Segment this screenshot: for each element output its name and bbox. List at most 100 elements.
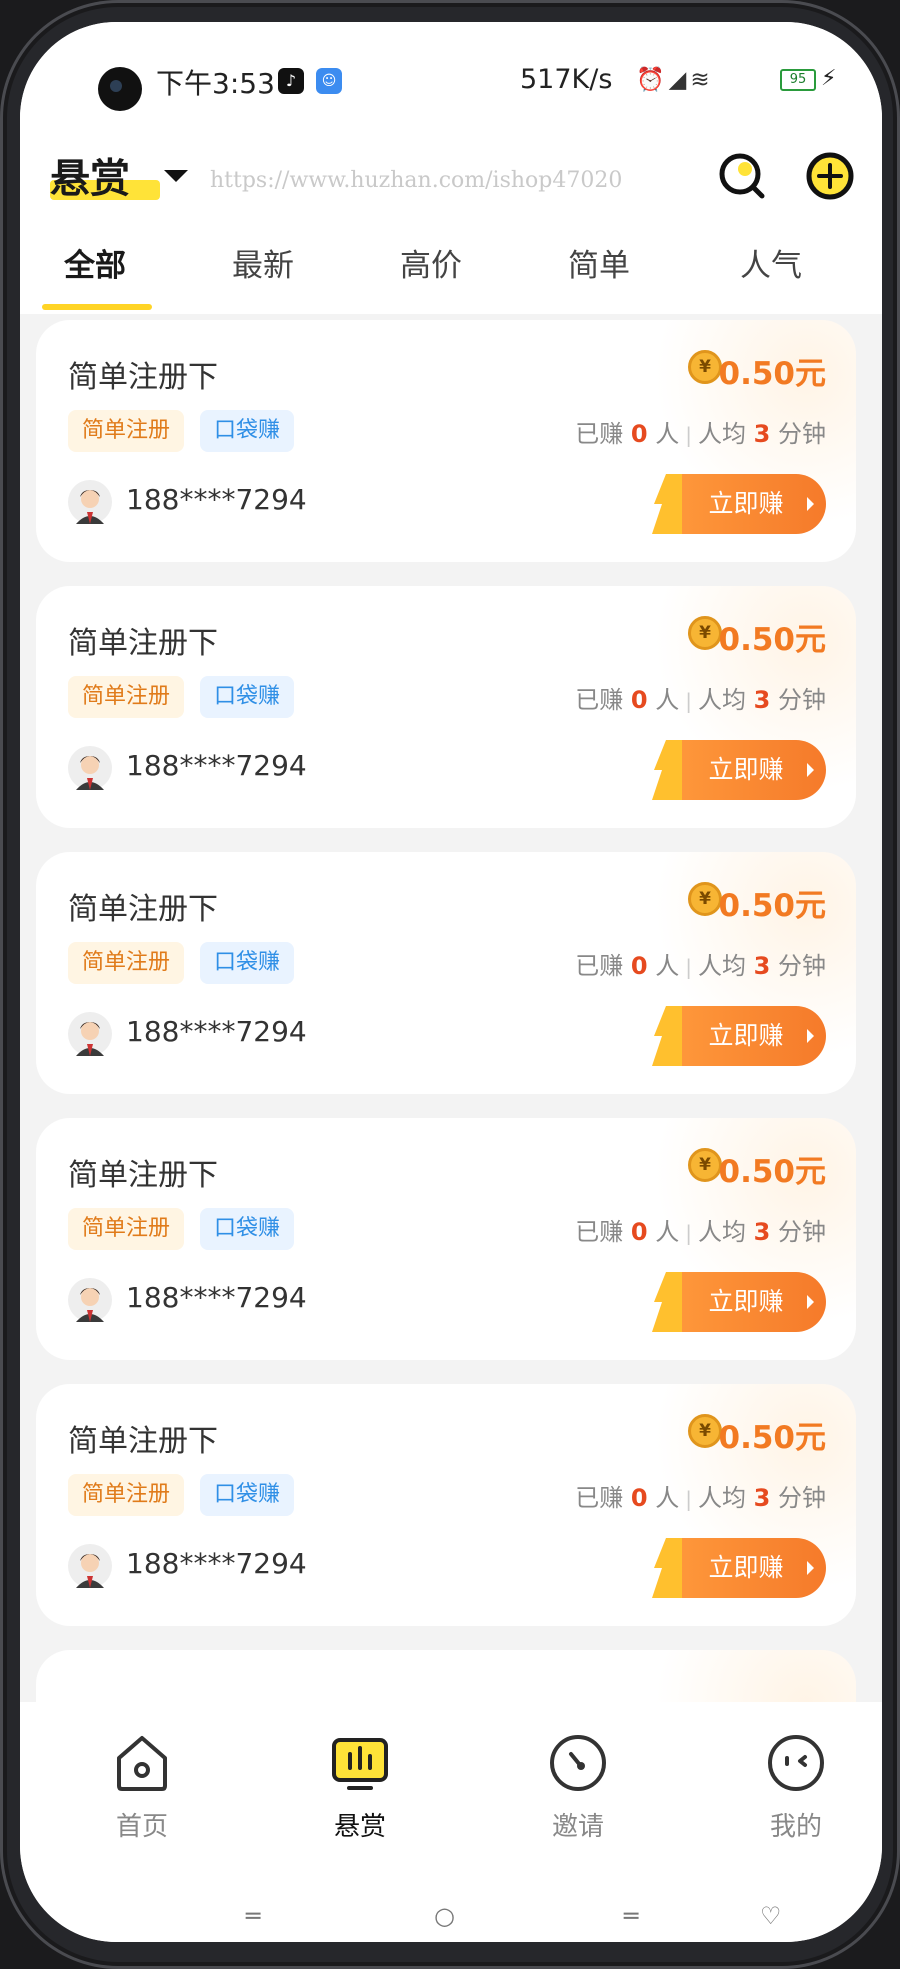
nav-bounty[interactable]: 悬赏	[300, 1732, 420, 1843]
task-stats: 已赚 0 人 | 人均 3 分钟	[575, 1478, 826, 1513]
earned-unit: 人	[655, 1218, 680, 1246]
earned-count: 0	[630, 420, 648, 448]
home-gesture-icon[interactable]: ○	[434, 1902, 455, 1930]
coin-icon: ¥	[688, 616, 722, 650]
avg-minutes: 3	[753, 952, 771, 980]
earn-now-label: 立即赚	[708, 755, 784, 784]
avg-unit: 分钟	[778, 1218, 826, 1246]
nav-profile[interactable]: 我的	[736, 1732, 856, 1843]
avatar	[68, 1278, 112, 1322]
avg-label: 人均	[698, 1484, 747, 1512]
earned-label: 已赚	[575, 420, 624, 448]
earned-unit: 人	[655, 1484, 680, 1512]
caret-down-icon	[164, 170, 188, 182]
reward-amount: 0.50元	[718, 356, 827, 392]
nav-home[interactable]: 首页	[82, 1732, 202, 1843]
page-title: 悬赏	[50, 156, 130, 202]
nav-bounty-label: 悬赏	[333, 1812, 386, 1842]
avatar	[68, 746, 112, 790]
earn-now-button[interactable]: 立即赚	[652, 1006, 826, 1066]
nav-invite[interactable]: 邀请	[518, 1732, 638, 1843]
task-tag-source: 口袋赚	[200, 1474, 295, 1516]
back-gesture-icon[interactable]: ═	[624, 1902, 638, 1930]
reward-amount: 0.50元	[718, 1154, 827, 1190]
task-card-partial[interactable]	[36, 1650, 856, 1702]
bounty-icon	[332, 1738, 388, 1790]
publisher-phone: 188****7294	[126, 1015, 307, 1048]
task-stats: 已赚 0 人 | 人均 3 分钟	[575, 414, 826, 449]
task-title: 简单注册下	[68, 626, 218, 661]
task-card[interactable]: 简单注册下 简单注册 口袋赚 188****7294 ¥ 0.50元 已赚 0 …	[36, 1118, 856, 1360]
stats-divider: |	[685, 689, 693, 713]
active-tab-indicator	[42, 304, 152, 310]
tab-popular[interactable]: 人气	[740, 240, 802, 285]
earn-now-label: 立即赚	[708, 1287, 784, 1316]
profile-icon	[768, 1735, 824, 1791]
tab-latest[interactable]: 最新	[232, 240, 294, 285]
alarm-icon: ⏰	[636, 67, 669, 93]
publisher-phone: 188****7294	[126, 1281, 307, 1314]
task-title: 简单注册下	[68, 892, 218, 927]
nav-home-label: 首页	[115, 1812, 168, 1842]
app-icon: ☺	[316, 68, 342, 94]
home-icon	[117, 1736, 167, 1791]
network-speed: 517K/s	[520, 64, 613, 95]
status-time: 下午3:53	[156, 67, 275, 100]
avg-unit: 分钟	[778, 1484, 826, 1512]
task-card[interactable]: 简单注册下 简单注册 口袋赚 188****7294 ¥ 0.50元 已赚 0 …	[36, 320, 856, 562]
earned-unit: 人	[655, 952, 680, 980]
search-icon[interactable]	[716, 150, 768, 202]
earn-now-label: 立即赚	[708, 1553, 784, 1582]
earn-now-button[interactable]: 立即赚	[652, 740, 826, 800]
tiktok-icon: ♪	[278, 68, 304, 94]
publisher-phone: 188****7294	[126, 749, 307, 782]
watermark: https://www.huzhan.com/ishop47020	[210, 168, 623, 193]
wifi-icon: ≋	[690, 67, 714, 93]
invite-icon	[550, 1735, 606, 1791]
earn-now-button[interactable]: 立即赚	[652, 474, 826, 534]
menu-gesture-icon[interactable]: ═	[246, 1902, 260, 1930]
phone-frame: 下午3:53 ♪ ☺ 517K/s ⏰◢≋ 95 ⚡ 悬赏 https://ww…	[0, 0, 900, 1969]
chevron-right-icon	[807, 1295, 814, 1309]
tab-all[interactable]: 全部	[64, 240, 126, 285]
task-title: 简单注册下	[68, 1424, 218, 1459]
task-tag-source: 口袋赚	[200, 676, 295, 718]
tab-simple[interactable]: 简单	[568, 240, 630, 285]
avatar	[68, 1544, 112, 1588]
front-camera	[98, 67, 142, 111]
add-icon[interactable]	[804, 150, 856, 202]
earn-now-button[interactable]: 立即赚	[652, 1538, 826, 1598]
task-title: 简单注册下	[68, 360, 218, 395]
task-tag-category: 简单注册	[68, 1208, 185, 1250]
lightning-icon	[652, 1272, 682, 1332]
task-tag-category: 简单注册	[68, 676, 185, 718]
task-card[interactable]: 简单注册下 简单注册 口袋赚 188****7294 ¥ 0.50元 已赚 0 …	[36, 1384, 856, 1626]
avg-unit: 分钟	[778, 952, 826, 980]
task-tag-source: 口袋赚	[200, 1208, 295, 1250]
task-card[interactable]: 简单注册下 简单注册 口袋赚 188****7294 ¥ 0.50元 已赚 0 …	[36, 586, 856, 828]
task-stats: 已赚 0 人 | 人均 3 分钟	[575, 1212, 826, 1247]
avg-minutes: 3	[753, 1484, 771, 1512]
title-dropdown[interactable]: 悬赏	[50, 146, 188, 206]
avatar	[68, 480, 112, 524]
lightning-icon	[652, 474, 682, 534]
chevron-right-icon	[807, 1029, 814, 1043]
avg-minutes: 3	[753, 1218, 771, 1246]
earn-now-button[interactable]: 立即赚	[652, 1272, 826, 1332]
coin-icon: ¥	[688, 350, 722, 384]
task-tag-category: 简单注册	[68, 942, 185, 984]
bottom-nav: 首页 悬赏 邀请 我的 ═ ○ ═ ♡	[20, 1702, 882, 1942]
task-stats: 已赚 0 人 | 人均 3 分钟	[575, 680, 826, 715]
nav-profile-label: 我的	[769, 1812, 822, 1842]
task-tag-source: 口袋赚	[200, 942, 295, 984]
filter-tabs: 全部 最新 高价 简单 人气	[20, 216, 882, 314]
avg-label: 人均	[698, 952, 747, 980]
nav-invite-label: 邀请	[551, 1812, 604, 1842]
task-card[interactable]: 简单注册下 简单注册 口袋赚 188****7294 ¥ 0.50元 已赚 0 …	[36, 852, 856, 1094]
tab-high-price[interactable]: 高价	[400, 240, 462, 285]
task-title: 简单注册下	[68, 1158, 218, 1193]
reward-amount: 0.50元	[718, 622, 827, 658]
avg-label: 人均	[698, 1218, 747, 1246]
assistant-icon[interactable]: ♡	[760, 1902, 782, 1930]
task-tag-source: 口袋赚	[200, 410, 295, 452]
